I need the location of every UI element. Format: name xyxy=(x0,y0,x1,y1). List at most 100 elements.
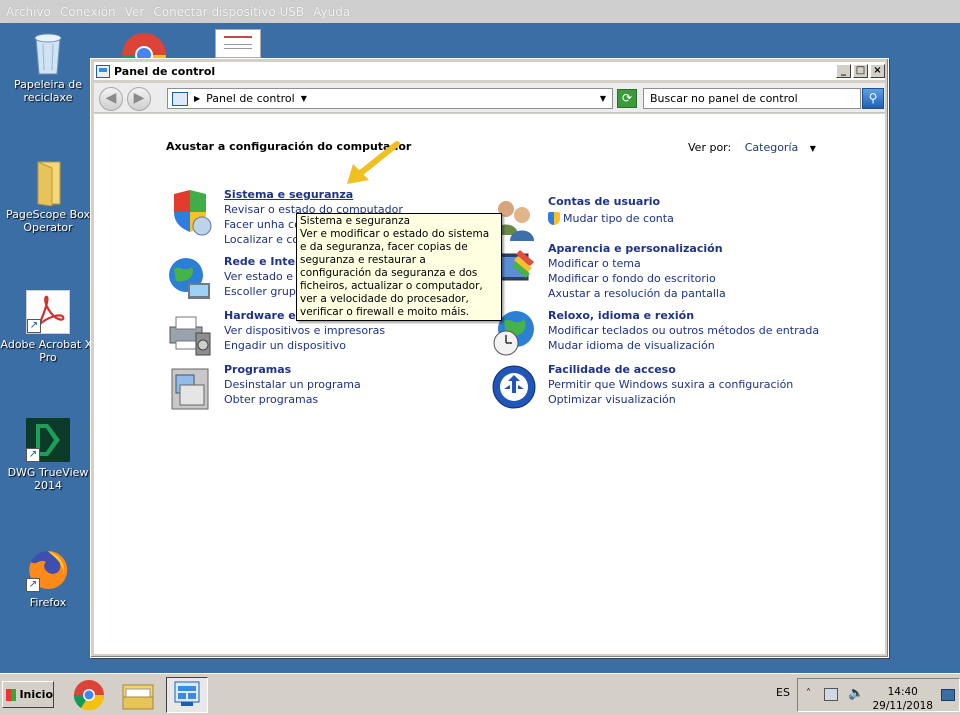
document-desktop-icon[interactable] xyxy=(215,29,261,58)
view-by-label: Ver por: xyxy=(688,141,732,154)
breadcrumb-separator-icon[interactable]: ▶ xyxy=(194,94,200,103)
category-title-programs[interactable]: Programas xyxy=(224,363,291,376)
link-change-display-language[interactable]: Mudar idioma de visualización xyxy=(548,339,715,352)
category-user-accounts: Contas de usuario Mudar tipo de conta xyxy=(490,195,790,241)
shortcut-arrow-icon: ↗ xyxy=(27,319,41,333)
category-title-system-security[interactable]: Sistema e seguranza xyxy=(224,188,353,201)
chrome-desktop-icon[interactable] xyxy=(121,32,167,58)
tooltip-title: Sistema e seguranza xyxy=(300,215,411,227)
desktop-icon-label: DWG TrueView 2014 xyxy=(7,466,89,492)
control-panel-window: Panel de control _ □ × ◀ ▶ ▶ Panel de co… xyxy=(90,58,889,658)
link-optimize-display[interactable]: Optimizar visualización xyxy=(548,393,676,406)
system-tray: ˄ 🔈 14:40 29/11/2018 xyxy=(797,678,960,712)
acrobat-icon: ↗ xyxy=(26,290,70,334)
refresh-button[interactable]: ⟳ xyxy=(617,89,637,108)
desktop-icon-recycle-bin[interactable]: Papeleira de reciclaxe xyxy=(0,30,96,104)
clock-date: 29/11/2018 xyxy=(872,700,933,712)
search-icon[interactable]: ⚲ xyxy=(862,88,884,109)
taskbar-control-panel-button[interactable] xyxy=(166,677,208,713)
tooltip-body: Ver e modificar o estado do sistema e da… xyxy=(300,228,490,318)
control-panel-icon xyxy=(96,64,110,78)
tooltip-system-security: Sistema e seguranza Ver e modificar o es… xyxy=(296,213,502,321)
windows-logo-icon xyxy=(6,688,17,701)
taskbar-chrome-button[interactable] xyxy=(68,677,110,713)
link-view-network-status[interactable]: Ver estado e ta xyxy=(224,270,308,283)
maximize-button[interactable]: □ xyxy=(853,64,868,78)
dwg-trueview-icon: ↗ xyxy=(26,418,70,462)
category-title-user-accounts[interactable]: Contas de usuario xyxy=(548,195,660,208)
desktop-icon-dwg[interactable]: ↗ DWG TrueView 2014 xyxy=(0,418,96,492)
programs-icon xyxy=(166,363,214,411)
shortcut-arrow-icon: ↗ xyxy=(26,578,40,592)
category-title-network[interactable]: Rede e Inter xyxy=(224,255,300,268)
desktop-icon-pagescope[interactable]: PageScope Box Operator xyxy=(0,160,96,234)
uac-shield-icon xyxy=(548,212,560,225)
accessibility-icon xyxy=(490,363,538,411)
taskbar: Inicio ES ˄ 🔈 14:40 29/11/2018 xyxy=(0,673,960,715)
start-button[interactable]: Inicio xyxy=(2,681,54,708)
menu-conexion[interactable]: Conexión xyxy=(60,5,116,19)
clock-time: 14:40 xyxy=(887,686,918,698)
link-adjust-resolution[interactable]: Axustar a resolución da pantalla xyxy=(548,287,726,300)
language-indicator[interactable]: ES xyxy=(776,686,790,699)
show-hidden-icons-chevron-icon[interactable]: ˄ xyxy=(806,688,811,699)
remote-session-menubar: Archivo Conexión Ver Conectar dispositiv… xyxy=(0,0,960,23)
taskbar-explorer-button[interactable] xyxy=(117,677,159,713)
chevron-down-icon[interactable]: ▼ xyxy=(810,144,816,153)
link-get-programs[interactable]: Obter programas xyxy=(224,393,318,406)
link-change-account-type[interactable]: Mudar tipo de conta xyxy=(563,212,674,225)
control-panel-content: Axustar a configuración do computador Ve… xyxy=(94,114,885,654)
menu-ver[interactable]: Ver xyxy=(125,5,145,19)
menu-ayuda[interactable]: Ayuda xyxy=(313,5,350,19)
network-icon[interactable] xyxy=(824,688,838,701)
desktop-icon-firefox[interactable]: ↗ Firefox xyxy=(0,548,96,609)
close-button[interactable]: × xyxy=(870,64,885,78)
desktop-icon-label: Adobe Acrobat XI Pro xyxy=(0,338,96,364)
category-ease-of-access: Facilidade de acceso Permitir que Window… xyxy=(490,363,820,413)
desktop-icon-label: Firefox xyxy=(29,596,67,609)
back-button[interactable]: ◀ xyxy=(99,87,123,111)
volume-icon[interactable]: 🔈 xyxy=(848,686,864,701)
window-titlebar[interactable]: Panel de control _ □ × xyxy=(94,62,885,80)
category-appearance: Aparencia e personalización Modificar o … xyxy=(490,242,820,302)
firefox-icon: ↗ xyxy=(26,548,70,592)
breadcrumb-dropdown-icon[interactable]: ▼ xyxy=(301,94,307,103)
link-view-devices-printers[interactable]: Ver dispositivos e impresoras xyxy=(224,324,385,337)
navigation-toolbar: ◀ ▶ ▶ Panel de control ▼ ▼ ⟳ Buscar no p… xyxy=(94,83,885,113)
breadcrumb-panel-de-control[interactable]: Panel de control xyxy=(206,92,295,105)
start-label: Inicio xyxy=(19,688,53,701)
annotation-arrow-icon xyxy=(347,141,400,184)
link-change-background[interactable]: Modificar o fondo do escritorio xyxy=(548,272,716,285)
link-choose-homegroup[interactable]: Escoller grupo xyxy=(224,285,303,298)
category-title-clock-language[interactable]: Reloxo, idioma e rexión xyxy=(548,309,694,322)
view-by-selector[interactable]: Ver por: Categoría ▼ xyxy=(688,141,816,154)
address-bar[interactable]: ▶ Panel de control ▼ ▼ xyxy=(167,88,613,109)
link-change-theme[interactable]: Modificar o tema xyxy=(548,257,641,270)
category-title-appearance[interactable]: Aparencia e personalización xyxy=(548,242,723,255)
view-by-value[interactable]: Categoría xyxy=(745,141,799,154)
search-input[interactable]: Buscar no panel de control xyxy=(643,88,861,109)
desktop-icon-label: PageScope Box Operator xyxy=(5,208,91,234)
address-history-dropdown-icon[interactable]: ▼ xyxy=(600,94,606,103)
link-make-backup[interactable]: Facer unha co xyxy=(224,218,301,231)
clock[interactable]: 14:40 29/11/2018 xyxy=(872,685,933,713)
category-clock-language: Reloxo, idioma e rexión Modificar teclad… xyxy=(490,309,820,359)
show-desktop-icon[interactable] xyxy=(941,689,955,701)
forward-button[interactable]: ▶ xyxy=(127,87,151,111)
recycle-bin-icon xyxy=(26,30,70,75)
link-let-windows-suggest[interactable]: Permitir que Windows suxira a configurac… xyxy=(548,378,793,391)
category-programs: Programas Desinstalar un programa Obter … xyxy=(166,363,466,413)
link-uninstall-program[interactable]: Desinstalar un programa xyxy=(224,378,361,391)
minimize-button[interactable]: _ xyxy=(836,64,851,78)
control-panel-small-icon xyxy=(172,91,188,106)
desktop-icon-acrobat[interactable]: ↗ Adobe Acrobat XI Pro xyxy=(0,290,96,364)
window-title: Panel de control xyxy=(114,64,216,78)
menu-conectar-usb[interactable]: Conectar dispositivo USB xyxy=(153,5,304,19)
desktop-icon-label: Papeleira de reciclaxe xyxy=(13,78,83,104)
category-title-ease-of-access[interactable]: Facilidade de acceso xyxy=(548,363,676,376)
link-add-device[interactable]: Engadir un dispositivo xyxy=(224,339,346,352)
menu-archivo[interactable]: Archivo xyxy=(6,5,51,19)
link-change-keyboards[interactable]: Modificar teclados ou outros métodos de … xyxy=(548,324,819,337)
folder-icon xyxy=(26,160,70,207)
printer-icon xyxy=(166,309,214,357)
